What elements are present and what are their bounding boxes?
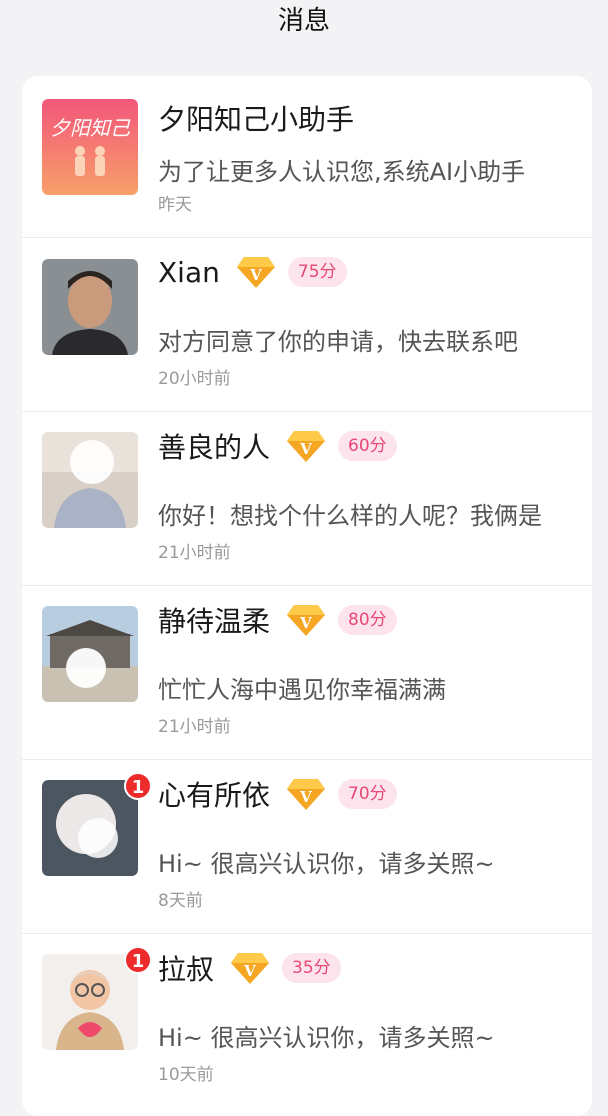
contact-name: 夕阳知己小助手 [158,103,355,136]
vip-diamond-icon: V [287,605,326,636]
user-photo [42,606,138,702]
last-message: 你好！想找个什么样的人呢？我俩是 [158,502,542,530]
svg-text:V: V [243,962,256,980]
conversation-item-shanliang[interactable]: 善良的人 V 60分 你好！想找个什么样的人呢？我俩是 21小时前 [22,412,592,586]
conversation-item-lashu[interactable]: 1 拉叔 V 35分 Hi~ 很高兴认识你，请多关照~ 10天前 [22,934,592,1116]
name-row: Xian V 75分 [158,252,347,292]
avatar: 1 [42,772,152,876]
message-time: 10天前 [158,1065,214,1085]
svg-text:V: V [299,788,312,806]
conversation-item-xinyou[interactable]: 1 心有所依 V 70分 Hi~ 很高兴认识你，请多关照~ 8天前 [22,760,592,934]
contact-name: 善良的人 [158,431,271,464]
score-badge: 60分 [338,431,397,461]
name-row: 静待温柔 V 80分 [158,600,397,640]
contact-name: 静待温柔 [158,605,271,638]
name-row: 夕阳知己小助手 [158,98,354,138]
last-message: 忙忙人海中遇见你幸福满满 [158,676,446,704]
last-message: Hi~ 很高兴认识你，请多关照~ [158,1024,495,1052]
page-header: 消息 [0,0,608,60]
message-time: 昨天 [158,195,192,215]
last-message: Hi~ 很高兴认识你，请多关照~ [158,850,495,878]
message-time: 20小时前 [158,369,231,389]
page-title: 消息 [277,6,330,36]
score-badge: 35分 [282,953,341,983]
avatar: 1 [42,946,152,1050]
name-row: 善良的人 V 60分 [158,426,397,466]
conversation-item-assistant[interactable]: 夕阳知己 夕阳知己小助手 为了让更多人认识您,系统AI小助手 昨天 [22,76,592,238]
assistant-logo-text: 夕阳知己 [50,116,131,140]
svg-text:V: V [299,440,312,458]
avatar: 夕阳知己 [42,99,138,195]
conversation-item-xian[interactable]: Xian V 75分 对方同意了你的申请，快去联系吧 20小时前 [22,238,592,412]
unread-badge: 1 [124,772,152,800]
name-row: 拉叔 V 35分 [158,948,341,988]
message-time: 8天前 [158,891,203,911]
vip-diamond-icon: V [287,431,326,462]
vip-diamond-icon: V [231,953,270,984]
contact-name: Xian [158,255,220,289]
unread-badge: 1 [124,946,152,974]
score-badge: 70分 [338,779,397,809]
contact-name: 拉叔 [158,953,215,986]
cartoon-elder-avatar [42,954,138,1050]
svg-text:V: V [299,614,312,632]
avatar [42,432,138,528]
avatar [42,259,138,355]
assistant-logo-icon: 夕阳知己 [42,99,138,195]
score-badge: 80分 [338,605,397,635]
name-row: 心有所依 V 70分 [158,774,397,814]
user-photo [42,259,138,355]
svg-text:V: V [249,266,262,284]
score-badge: 75分 [287,257,347,287]
avatar [42,606,138,702]
last-message: 对方同意了你的申请，快去联系吧 [158,328,518,356]
user-photo [42,432,138,528]
vip-diamond-icon: V [287,779,326,810]
conversation-list: 夕阳知己 夕阳知己小助手 为了让更多人认识您,系统AI小助手 昨天 Xian V… [22,76,592,1116]
contact-name: 心有所依 [158,779,271,812]
user-photo [42,780,138,876]
message-time: 21小时前 [158,543,231,563]
conversation-item-jingdai[interactable]: 静待温柔 V 80分 忙忙人海中遇见你幸福满满 21小时前 [22,586,592,760]
last-message: 为了让更多人认识您,系统AI小助手 [158,158,526,186]
message-time: 21小时前 [158,717,231,737]
vip-diamond-icon: V [236,257,275,288]
